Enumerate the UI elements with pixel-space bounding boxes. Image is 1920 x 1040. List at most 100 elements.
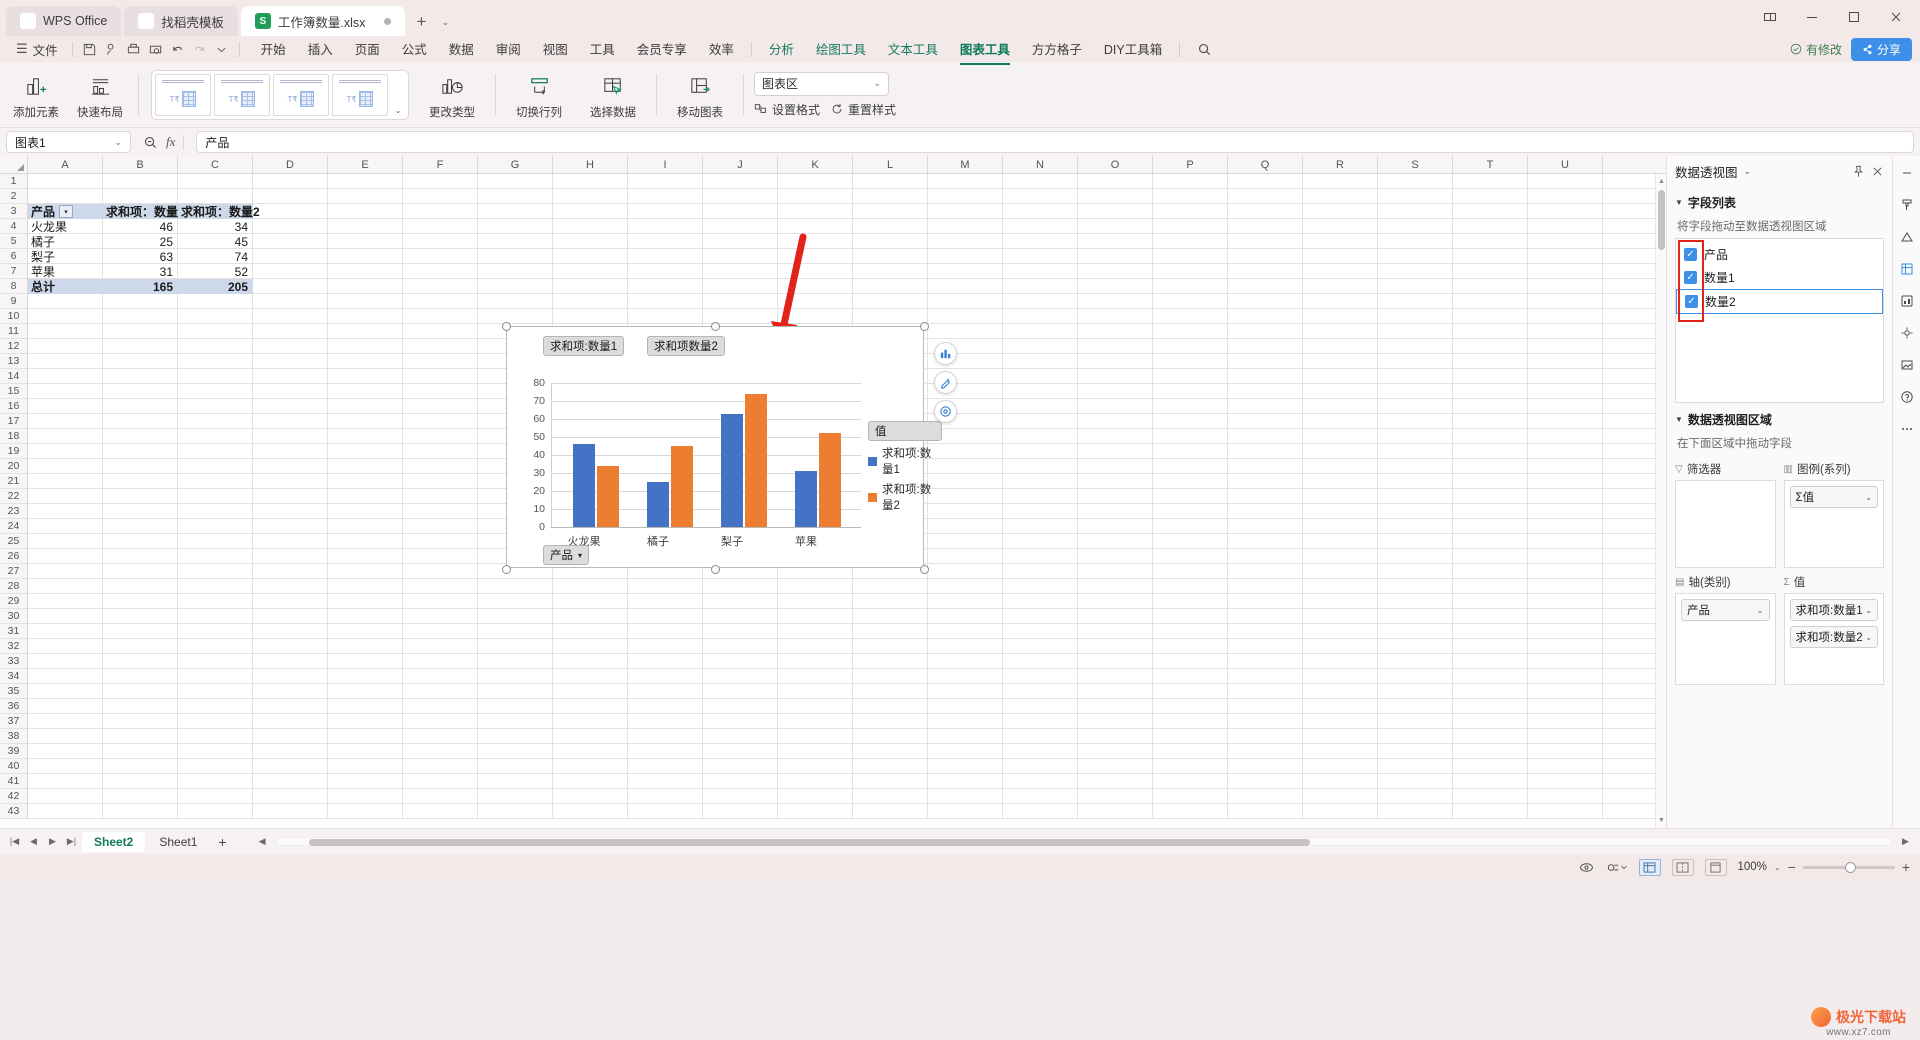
add-element-button[interactable]: 添加元素 (4, 66, 68, 124)
cell-B8[interactable]: 165 (103, 279, 178, 294)
row-header-28[interactable]: 28 (0, 579, 27, 594)
restore-multi-icon[interactable] (1750, 2, 1790, 32)
customize-caret-icon[interactable] (211, 39, 233, 59)
bar-series1-橘子[interactable] (647, 482, 669, 527)
picture-icon[interactable] (1900, 356, 1914, 374)
column-header-O[interactable]: O (1078, 156, 1153, 173)
share-button[interactable]: 分享 (1850, 37, 1912, 61)
tab-start[interactable]: 开始 (250, 36, 297, 62)
column-header-E[interactable]: E (328, 156, 403, 173)
column-header-B[interactable]: B (103, 156, 178, 173)
resize-handle-se[interactable] (920, 565, 929, 574)
scroll-down-icon[interactable]: ▼ (1656, 815, 1666, 826)
column-header-F[interactable]: F (403, 156, 478, 173)
row-header-27[interactable]: 27 (0, 564, 27, 579)
chart-style-thumb[interactable]: T₹ (332, 73, 388, 116)
cell-A7[interactable]: 苹果 (28, 264, 103, 279)
legend-item-series2[interactable]: 求和项:数量2 (868, 481, 942, 513)
chart-style-thumb[interactable]: T₹ (214, 73, 270, 116)
checkbox-icon[interactable]: ✓ (1684, 271, 1697, 284)
page-layout-icon[interactable] (1704, 858, 1727, 876)
row-header-12[interactable]: 12 (0, 339, 27, 354)
row-header-4[interactable]: 4 (0, 219, 27, 234)
tab-insert[interactable]: 插入 (297, 36, 344, 62)
row-header-42[interactable]: 42 (0, 789, 27, 804)
row-header-15[interactable]: 15 (0, 384, 27, 399)
switch-row-column-button[interactable]: 切换行列 (502, 66, 576, 124)
column-header-U[interactable]: U (1528, 156, 1603, 173)
chart-styles-icon[interactable] (934, 371, 957, 394)
row-header-43[interactable]: 43 (0, 804, 27, 819)
row-header-11[interactable]: 11 (0, 324, 27, 339)
new-tab-button[interactable]: + (408, 8, 434, 36)
page-break-icon[interactable] (1671, 858, 1694, 876)
tab-efficiency[interactable]: 效率 (698, 36, 745, 62)
select-all-corner[interactable] (0, 156, 28, 173)
row-header-17[interactable]: 17 (0, 414, 27, 429)
resize-handle-nw[interactable] (502, 322, 511, 331)
undo-icon[interactable] (167, 39, 189, 59)
zone-dropbox-filter[interactable] (1675, 480, 1776, 568)
zoom-slider-track[interactable] (1802, 861, 1895, 873)
zone-chip-sigma-value[interactable]: Σ值 ⌄ (1789, 486, 1878, 508)
bar-series1-苹果[interactable] (795, 471, 817, 527)
modified-status[interactable]: 有修改 (1790, 41, 1842, 58)
cell-B7[interactable]: 31 (103, 264, 178, 279)
readmode-icon[interactable] (1579, 860, 1594, 875)
pivot-icon[interactable] (1900, 260, 1914, 278)
quick-layout-button[interactable]: 快速布局 (68, 66, 132, 124)
row-header-30[interactable]: 30 (0, 609, 27, 624)
zoom-slider-knob[interactable] (1844, 861, 1856, 873)
zoom-out-icon[interactable] (143, 135, 158, 150)
fx-label[interactable]: fx (166, 134, 175, 150)
move-chart-button[interactable]: 移动图表 (663, 66, 737, 124)
checkbox-icon[interactable]: ✓ (1685, 295, 1698, 308)
zone-chip-sum2[interactable]: 求和项:数量2 ⌄ (1789, 626, 1878, 648)
bar-series2-梨子[interactable] (745, 394, 767, 527)
field-list[interactable]: ✓ 产品 ✓ 数量1 ✓ 数量2 (1675, 238, 1884, 403)
tab-formula[interactable]: 公式 (391, 36, 438, 62)
filter-dropdown-icon[interactable]: ▾ (59, 205, 74, 218)
column-header-P[interactable]: P (1153, 156, 1228, 173)
row-header-18[interactable]: 18 (0, 429, 27, 444)
row-header-36[interactable]: 36 (0, 699, 27, 714)
pivot-area-section-title[interactable]: ▼ 数据透视图区域 (1675, 411, 1884, 428)
chevron-down-icon[interactable]: ⌄ (1865, 493, 1872, 502)
column-header-C[interactable]: C (178, 156, 253, 173)
row-header-38[interactable]: 38 (0, 729, 27, 744)
chart-style-thumb[interactable]: T₹ (155, 73, 211, 116)
chart-elements-icon[interactable] (934, 342, 957, 365)
row-header-8[interactable]: 8 (0, 279, 27, 294)
chart-legend[interactable]: 值 求和项:数量1 求和项:数量2 (868, 421, 942, 513)
zone-dropbox-values[interactable]: 求和项:数量1 ⌄ 求和项:数量2 ⌄ (1783, 593, 1884, 685)
app-tab-docer[interactable]: ❂ 找稻壳模板 (124, 6, 238, 36)
tab-member[interactable]: 会员专享 (626, 36, 698, 62)
column-header-Q[interactable]: Q (1228, 156, 1303, 173)
cell-C5[interactable]: 45 (178, 234, 253, 249)
cell-C3[interactable]: 求和项：数量2 (178, 204, 260, 219)
cell-B3[interactable]: 求和项：数量1 (103, 204, 185, 219)
column-header-I[interactable]: I (628, 156, 703, 173)
row-header-2[interactable]: 2 (0, 189, 27, 204)
tab-list-caret-icon[interactable]: ⌄ (434, 8, 456, 36)
column-header-T[interactable]: T (1453, 156, 1528, 173)
row-header-24[interactable]: 24 (0, 519, 27, 534)
field-row-product[interactable]: ✓ 产品 (1676, 243, 1883, 266)
help-icon[interactable] (1900, 388, 1914, 406)
resize-handle-sw[interactable] (502, 565, 511, 574)
close-icon[interactable] (1871, 165, 1884, 178)
legend-header[interactable]: 值 (868, 421, 942, 441)
tab-data[interactable]: 数据 (438, 36, 485, 62)
resize-handle-s[interactable] (711, 565, 720, 574)
cell-B6[interactable]: 63 (103, 249, 178, 264)
zone-dropbox-legend[interactable]: Σ值 ⌄ (1783, 480, 1884, 568)
row-header-9[interactable]: 9 (0, 294, 27, 309)
bar-series2-苹果[interactable] (819, 433, 841, 527)
bar-series2-火龙果[interactable] (597, 466, 619, 527)
tab-fanfangezi[interactable]: 方方格子 (1021, 36, 1093, 62)
column-header-H[interactable]: H (553, 156, 628, 173)
row-header-29[interactable]: 29 (0, 594, 27, 609)
row-header-21[interactable]: 21 (0, 474, 27, 489)
column-header-J[interactable]: J (703, 156, 778, 173)
column-header-D[interactable]: D (253, 156, 328, 173)
